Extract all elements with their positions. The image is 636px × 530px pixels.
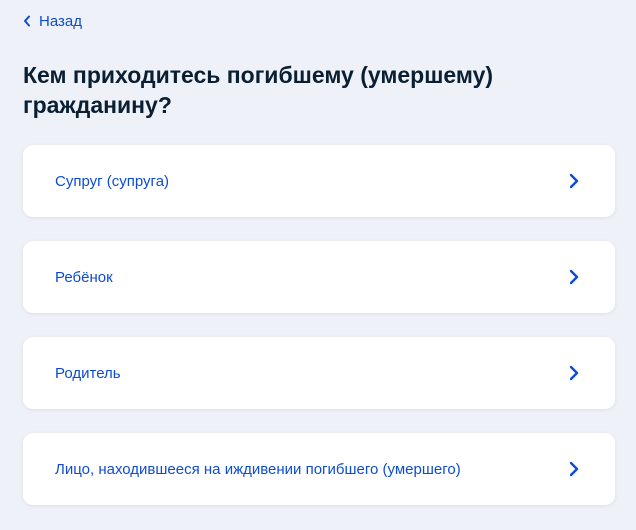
option-dependent[interactable]: Лицо, находившееся на иждивении погибшег… — [23, 433, 615, 505]
option-label: Родитель — [55, 364, 121, 382]
chevron-right-icon — [569, 269, 579, 285]
chevron-right-icon — [569, 173, 579, 189]
page-title: Кем приходитесь погибшему (умершему) гра… — [23, 62, 494, 118]
back-link[interactable]: Назад — [23, 11, 82, 31]
chevron-left-icon — [24, 15, 30, 27]
back-link-label: Назад — [39, 12, 82, 30]
chevron-right-icon — [569, 461, 579, 477]
option-spouse[interactable]: Супруг (супруга) — [23, 145, 615, 217]
option-label: Супруг (супруга) — [55, 172, 170, 190]
chevron-right-icon — [569, 365, 579, 381]
option-parent[interactable]: Родитель — [23, 337, 615, 409]
option-label: Ребёнок — [55, 268, 113, 286]
option-label: Лицо, находившееся на иждивении погибшег… — [55, 460, 461, 478]
options-list: Супруг (супруга) Ребёнок Родитель Лицо, … — [23, 145, 615, 529]
option-child[interactable]: Ребёнок — [23, 241, 615, 313]
